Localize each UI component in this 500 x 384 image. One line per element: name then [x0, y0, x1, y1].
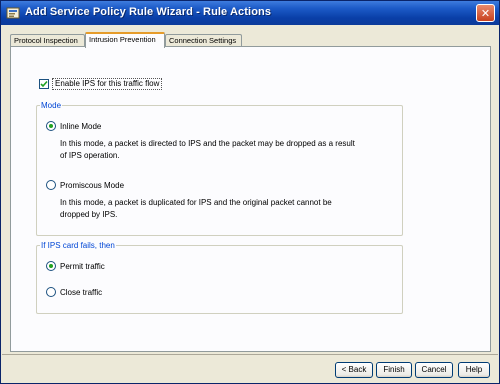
enable-ips-checkbox[interactable]	[39, 79, 49, 89]
footer-separator	[2, 354, 498, 355]
promiscuous-mode-radio[interactable]	[46, 180, 56, 190]
promiscuous-mode-label: Promiscous Mode	[60, 180, 125, 190]
inline-mode-description: In this mode, a packet is directed to IP…	[60, 138, 355, 162]
tab-content-panel: Enable IPS for this traffic flow Mode In…	[10, 46, 491, 352]
back-button-label: < Back	[341, 365, 367, 374]
close-traffic-option[interactable]: Close traffic	[46, 287, 102, 297]
mode-groupbox: Mode Inline Mode In this mode, a packet …	[36, 101, 403, 236]
wizard-app-icon	[6, 6, 20, 20]
checkmark-icon	[40, 80, 48, 88]
mode-legend: Mode	[40, 101, 63, 110]
window-title: Add Service Policy Rule Wizard - Rule Ac…	[25, 6, 272, 18]
close-icon: ✕	[480, 6, 491, 20]
failure-legend: If IPS card fails, then	[40, 241, 116, 250]
tab-intrusion-prevention[interactable]: Intrusion Prevention	[85, 32, 165, 48]
help-button[interactable]: Help	[458, 362, 490, 378]
close-traffic-label: Close traffic	[60, 287, 103, 297]
inline-mode-radio[interactable]	[46, 121, 56, 131]
inline-mode-label: Inline Mode	[60, 121, 102, 131]
promiscuous-mode-option[interactable]: Promiscous Mode	[46, 180, 124, 190]
finish-button-label: Finish	[383, 365, 405, 374]
tab-label: Protocol Inspection	[14, 36, 78, 45]
description-line: of IPS operation.	[60, 151, 120, 160]
tab-label: Connection Settings	[169, 36, 237, 45]
back-button[interactable]: < Back	[335, 362, 373, 378]
help-button-label: Help	[465, 365, 483, 374]
tab-label: Intrusion Prevention	[89, 35, 156, 44]
title-bar[interactable]: Add Service Policy Rule Wizard - Rule Ac…	[1, 1, 499, 25]
close-traffic-radio[interactable]	[46, 287, 56, 297]
inline-mode-option[interactable]: Inline Mode	[46, 121, 101, 131]
description-line: In this mode, a packet is duplicated for…	[60, 198, 332, 207]
wizard-window: Add Service Policy Rule Wizard - Rule Ac…	[0, 0, 500, 384]
cancel-button[interactable]: Cancel	[415, 362, 453, 378]
finish-button[interactable]: Finish	[376, 362, 412, 378]
cancel-button-label: Cancel	[421, 365, 447, 374]
promiscuous-mode-description: In this mode, a packet is duplicated for…	[60, 197, 332, 221]
permit-traffic-radio[interactable]	[46, 261, 56, 271]
close-button[interactable]: ✕	[476, 4, 495, 22]
permit-traffic-label: Permit traffic	[60, 261, 105, 271]
description-line: dropped by IPS.	[60, 210, 118, 219]
failure-groupbox: If IPS card fails, then Permit traffic C…	[36, 241, 403, 314]
permit-traffic-option[interactable]: Permit traffic	[46, 261, 105, 271]
description-line: In this mode, a packet is directed to IP…	[60, 139, 355, 148]
enable-ips-row[interactable]: Enable IPS for this traffic flow	[39, 78, 163, 90]
enable-ips-label: Enable IPS for this traffic flow	[52, 78, 163, 90]
